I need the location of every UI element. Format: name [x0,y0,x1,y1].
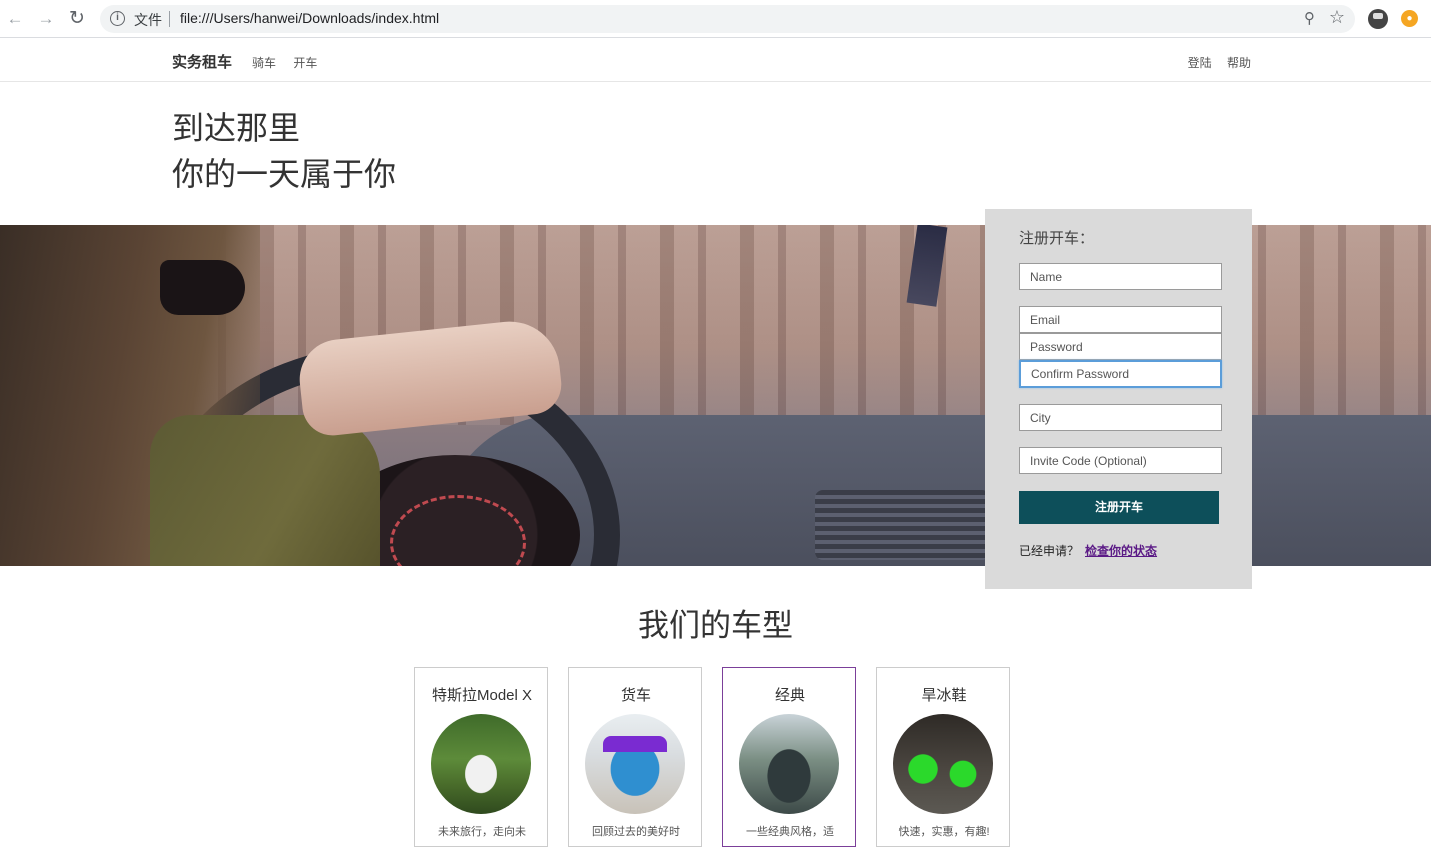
model-photo-rollerskates [893,714,993,814]
model-photo-tesla [431,714,531,814]
hero-line-2: 你的一天属于你 [172,156,397,192]
model-card-desc: 未来旅行，走向未 [438,826,526,838]
address-divider [169,11,170,27]
nav-link-login[interactable]: 登陆 [1188,56,1212,70]
signup-submit-button[interactable]: 注册开车 [1019,491,1219,524]
nav-left: 骑车 开车 [252,54,331,71]
model-card-desc: 快速，实惠，有趣! [898,826,990,838]
hero-line-1: 到达那里 [172,110,301,146]
password-field[interactable] [1019,333,1222,360]
model-photo-classic [739,714,839,814]
signup-title: 注册开车： [1019,230,1095,247]
forward-arrow-icon[interactable]: → [36,9,56,29]
nav-link-ride[interactable]: 骑车 [252,56,276,70]
model-photo-van [585,714,685,814]
signup-panel: 注册开车： 注册开车 已经申请？ 检查你的状态 [985,209,1252,589]
extension-icon[interactable]: ● [1401,10,1418,27]
already-applied-text: 已经申请？ 检查你的状态 [1019,542,1157,559]
model-card-classic[interactable]: 经典 一些经典风格，适 [722,667,856,847]
confirm-password-field[interactable] [1019,360,1222,388]
model-card-title: 旱冰鞋 [921,687,967,704]
email-field[interactable] [1019,306,1222,333]
model-card-title: 经典 [774,687,805,704]
url-text[interactable]: file:///Users/hanwei/Downloads/index.htm… [180,10,439,26]
site-navbar: 实务租车 骑车 开车 登陆 帮助 [0,38,1431,82]
nav-link-drive[interactable]: 开车 [293,56,317,70]
browser-toolbar: ← → ↻ i 文件 file:///Users/hanwei/Download… [0,0,1431,38]
zoom-icon[interactable]: ⚲ [1304,9,1315,27]
banner-air-vents [815,490,990,560]
banner-sunglasses [160,260,245,315]
model-card-title: 货车 [620,687,651,704]
back-arrow-icon[interactable]: ← [5,9,25,29]
model-card-desc: 一些经典风格，适 [746,826,834,838]
name-field[interactable] [1019,263,1222,290]
city-field[interactable] [1019,404,1222,431]
banner-driver-arm [150,415,380,566]
model-card-tesla[interactable]: 特斯拉Model X 未来旅行，走向未 [414,667,548,847]
nav-right: 登陆 帮助 [1176,54,1251,71]
model-card-title: 特斯拉Model X [431,687,533,704]
info-icon[interactable]: i [110,11,125,26]
hero-heading: 到达那里 你的一天属于你 [172,105,396,197]
model-card-rollerskates[interactable]: 旱冰鞋 快速，实惠，有趣! [876,667,1010,847]
model-card-desc: 回顾过去的美好时 [592,826,680,838]
bookmark-star-icon[interactable]: ☆ [1329,7,1345,28]
model-card-van[interactable]: 货车 回顾过去的美好时 [568,667,702,847]
models-section-title: 我们的车型 [638,608,793,643]
nav-link-help[interactable]: 帮助 [1227,56,1251,70]
brand-logo[interactable]: 实务租车 [172,51,232,72]
already-applied-label: 已经申请？ [1019,544,1080,558]
invite-code-field[interactable] [1019,447,1222,474]
profile-avatar[interactable] [1368,9,1388,29]
scheme-label: 文件 [134,12,162,28]
reload-icon[interactable]: ↻ [67,9,87,29]
address-bar[interactable]: i 文件 file:///Users/hanwei/Downloads/inde… [100,5,1355,33]
check-status-link[interactable]: 检查你的状态 [1085,544,1157,558]
